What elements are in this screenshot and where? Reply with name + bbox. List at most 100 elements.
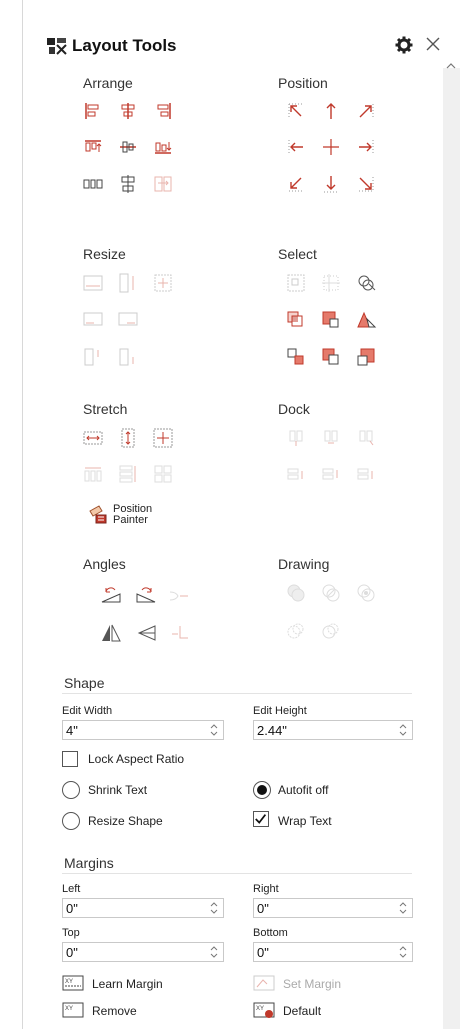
position-painter-label[interactable]: Position Painter [113, 504, 152, 526]
stretch-both-button[interactable] [152, 427, 174, 449]
rotate-right-button[interactable] [135, 584, 157, 606]
select-same-fill-button[interactable] [320, 346, 342, 368]
distribute-horizontal-button[interactable] [82, 173, 104, 195]
select-same-line-button[interactable] [285, 346, 307, 368]
learn-margin-icon[interactable]: XY [62, 975, 84, 991]
resize-height-top-icon [84, 348, 99, 366]
select-overlapping-icon [287, 274, 305, 292]
spinner-arrows-icon[interactable] [209, 723, 219, 737]
spinner-arrows-icon[interactable] [209, 945, 219, 959]
remove-margin-icon[interactable]: XY [62, 1002, 84, 1018]
default-button[interactable]: Default [283, 1004, 321, 1018]
margin-bottom-value: 0" [257, 945, 269, 960]
scroll-up-arrow-icon[interactable] [446, 62, 456, 70]
margin-top-value: 0" [66, 945, 78, 960]
stretch-grid-button [152, 463, 174, 485]
angle-disabled-button [168, 584, 190, 606]
position-right-button[interactable] [355, 136, 377, 158]
align-middle-button[interactable] [117, 136, 139, 158]
position-painter-button[interactable] [87, 503, 109, 525]
position-bottom-left-button[interactable] [285, 173, 307, 195]
position-left-button[interactable] [285, 136, 307, 158]
shape-section-title: Shape [64, 675, 105, 691]
distribute-vertical-button[interactable] [117, 173, 139, 195]
select-same-fill-icon [322, 348, 339, 365]
margin-right-field[interactable]: 0" [253, 898, 413, 918]
align-bottom-button[interactable] [152, 136, 174, 158]
edit-width-field[interactable]: 4" [62, 720, 224, 740]
stretch-horizontal-button[interactable] [82, 427, 104, 449]
select-similar-button[interactable] [355, 272, 377, 294]
svg-text:XY: XY [65, 1006, 73, 1012]
select-same-color-button[interactable] [320, 309, 342, 331]
crosshair-icon [323, 139, 339, 155]
rotate-left-icon [101, 587, 121, 603]
select-title: Select [278, 246, 317, 262]
select-same-shape-button[interactable] [355, 309, 377, 331]
resize-height-button [117, 272, 139, 294]
resize-width-right-button [117, 309, 139, 331]
position-bottom-button[interactable] [320, 173, 342, 195]
select-same-color-icon [322, 311, 339, 328]
learn-margin-button[interactable]: Learn Margin [92, 977, 163, 991]
rotate-left-button[interactable] [100, 584, 122, 606]
set-margin-icon [253, 975, 275, 991]
spinner-arrows-icon[interactable] [398, 901, 408, 915]
wrap-text-checkbox[interactable] [253, 811, 269, 827]
align-middle-icon [120, 141, 136, 153]
lock-aspect-ratio-checkbox[interactable] [62, 751, 78, 767]
align-center-button[interactable] [117, 100, 139, 122]
dock-bottom-button [355, 463, 377, 485]
default-margin-icon[interactable]: XY [253, 1002, 275, 1018]
arrow-right-icon [359, 140, 374, 154]
align-top-icon [85, 140, 102, 152]
resize-shape-radio[interactable] [62, 812, 80, 830]
stretch-height-equal-icon [119, 465, 136, 483]
close-icon[interactable] [424, 35, 442, 53]
stretch-vertical-button[interactable] [117, 427, 139, 449]
layout-tools-logo-icon [47, 38, 67, 55]
align-left-button[interactable] [82, 100, 104, 122]
shrink-text-label: Shrink Text [88, 783, 148, 797]
position-center-button[interactable] [320, 136, 342, 158]
arrow-up-icon [326, 103, 336, 119]
select-same-line-icon [287, 348, 304, 365]
scrollbar-track[interactable] [443, 68, 460, 1029]
gear-icon[interactable] [395, 36, 413, 54]
align-right-icon [157, 103, 171, 119]
autofit-off-radio[interactable] [253, 781, 271, 799]
shrink-text-radio[interactable] [62, 781, 80, 799]
align-top-button[interactable] [82, 136, 104, 158]
edit-height-field[interactable]: 2.44" [253, 720, 413, 740]
position-top-right-button[interactable] [355, 100, 377, 122]
margin-bottom-label: Bottom [253, 927, 288, 939]
select-invert-button[interactable] [355, 346, 377, 368]
margin-top-field[interactable]: 0" [62, 942, 224, 962]
arrow-top-right-icon [359, 104, 374, 118]
drawing-union-button [285, 582, 307, 604]
shape-intersect-icon [322, 584, 340, 602]
flip-vertical-button[interactable] [135, 622, 157, 644]
align-right-button[interactable] [152, 100, 174, 122]
align-bottom-icon [155, 142, 172, 154]
resize-height-bottom-icon [119, 348, 134, 366]
remove-button[interactable]: Remove [92, 1004, 137, 1018]
margin-bottom-field[interactable]: 0" [253, 942, 413, 962]
position-top-button[interactable] [320, 100, 342, 122]
position-top-left-button[interactable] [285, 100, 307, 122]
spinner-arrows-icon[interactable] [209, 901, 219, 915]
spinner-arrows-icon[interactable] [398, 945, 408, 959]
position-bottom-right-button[interactable] [355, 173, 377, 195]
arrow-down-icon [324, 176, 338, 193]
spinner-arrows-icon[interactable] [398, 723, 408, 737]
margin-left-field[interactable]: 0" [62, 898, 224, 918]
margin-left-value: 0" [66, 901, 78, 916]
dock-middle-button [320, 463, 342, 485]
resize-height-icon [119, 273, 134, 293]
stretch-width-equal-button [82, 463, 104, 485]
margins-section-divider [62, 873, 412, 874]
flip-horizontal-button[interactable] [100, 622, 122, 644]
resize-title: Resize [83, 246, 126, 262]
margin-left-label: Left [62, 883, 81, 895]
select-same-size-button[interactable] [285, 309, 307, 331]
